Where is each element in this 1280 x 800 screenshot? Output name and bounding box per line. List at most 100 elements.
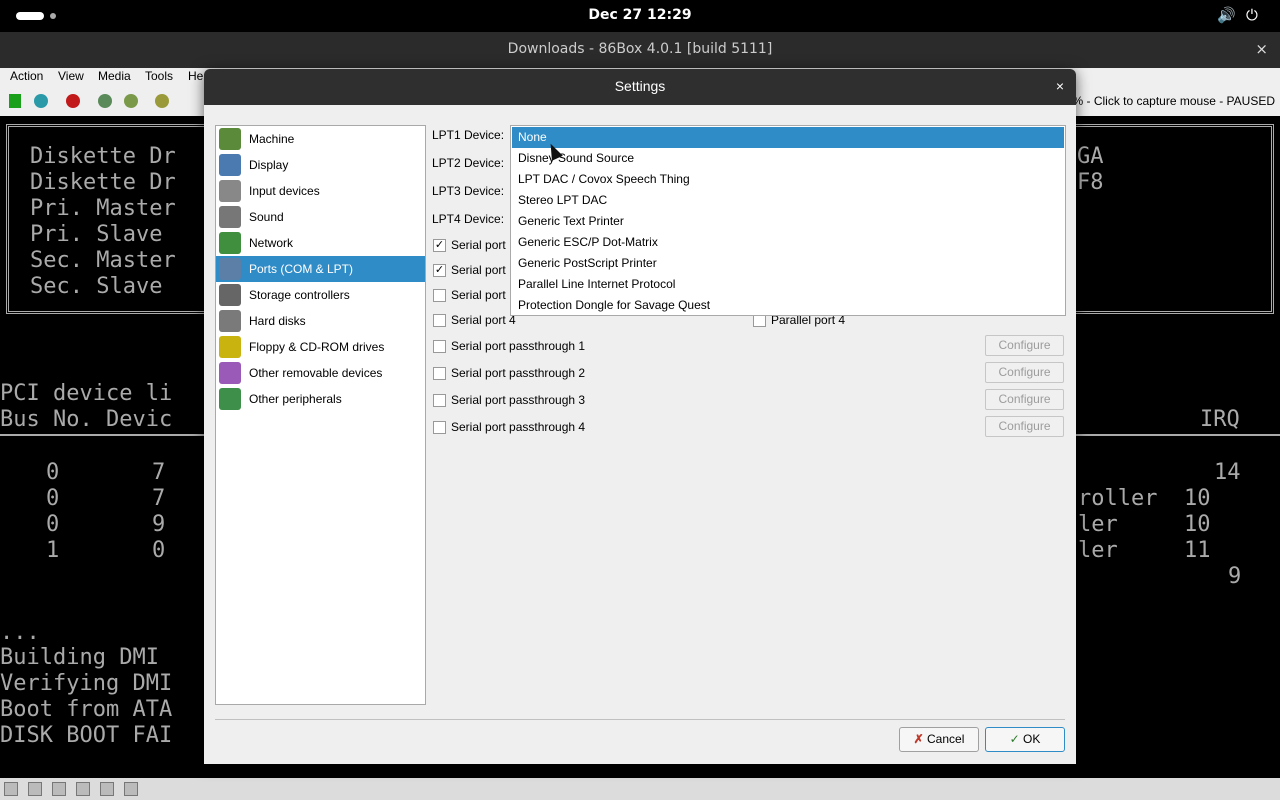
screen-line: Verifying DMI bbox=[0, 671, 173, 696]
hdd-icon bbox=[219, 310, 241, 332]
screen-line: ler 10 bbox=[1078, 512, 1211, 537]
passthrough-1-checkbox[interactable] bbox=[433, 340, 446, 353]
speaker-icon bbox=[219, 206, 241, 228]
cancel-x-icon: ✗ bbox=[913, 732, 924, 746]
passthrough-2-checkbox[interactable] bbox=[433, 367, 446, 380]
nav-item-display[interactable]: Display bbox=[216, 152, 425, 178]
nav-item-other-removable[interactable]: Other removable devices bbox=[216, 360, 425, 386]
serial-port-3-checkbox[interactable] bbox=[433, 289, 446, 302]
dropdown-option-none[interactable]: None bbox=[512, 127, 1064, 148]
screen-line: Bus No. Devic bbox=[0, 407, 173, 432]
passthrough-1-configure-button[interactable]: Configure bbox=[985, 335, 1064, 356]
screen-line: 0 9 bbox=[46, 512, 166, 537]
nav-item-machine[interactable]: Machine bbox=[216, 126, 425, 152]
screen-line: Boot from ATA bbox=[0, 697, 173, 722]
power-off-icon[interactable] bbox=[66, 94, 80, 108]
nav-item-floppy-cdrom[interactable]: Floppy & CD-ROM drives bbox=[216, 334, 425, 360]
cancel-button[interactable]: ✗ Cancel bbox=[899, 727, 979, 752]
dialog-title: Settings bbox=[614, 78, 666, 94]
lpt3-label: LPT3 Device: bbox=[432, 184, 505, 198]
dropdown-option[interactable]: Generic Text Printer bbox=[512, 211, 1064, 232]
keyboard-icon bbox=[219, 180, 241, 202]
window-titlebar: Downloads - 86Box 4.0.1 [build 5111] × bbox=[0, 32, 1280, 68]
clock[interactable]: Dec 27 12:29 bbox=[0, 7, 1280, 23]
lpt4-label: LPT4 Device: bbox=[432, 212, 505, 226]
storage-icon bbox=[219, 284, 241, 306]
dropdown-option[interactable]: Generic ESC/P Dot-Matrix bbox=[512, 232, 1064, 253]
nav-item-ports[interactable]: Ports (COM & LPT) bbox=[216, 256, 425, 282]
network-status-icon[interactable] bbox=[76, 782, 90, 796]
screen-line: 0 7 bbox=[46, 460, 166, 485]
screen-line: Pri. Master bbox=[30, 196, 176, 221]
serial-port-1-checkbox[interactable]: ✓ bbox=[433, 239, 446, 252]
passthrough-3-configure-button[interactable]: Configure bbox=[985, 389, 1064, 410]
dropdown-option[interactable]: Parallel Line Internet Protocol bbox=[512, 274, 1064, 295]
dropdown-option[interactable]: Protection Dongle for Savage Quest bbox=[512, 295, 1064, 316]
passthrough-4-configure-button[interactable]: Configure bbox=[985, 416, 1064, 437]
emulator-statusbar bbox=[0, 778, 1280, 800]
volume-icon[interactable]: 🔊 bbox=[1217, 6, 1236, 24]
window-close-icon[interactable]: × bbox=[1255, 40, 1268, 58]
menu-action[interactable]: Action bbox=[10, 69, 43, 83]
serial-port-4-label: Serial port 4 bbox=[451, 313, 516, 327]
nav-item-storage-controllers[interactable]: Storage controllers bbox=[216, 282, 425, 308]
emulator-status: % - Click to capture mouse - PAUSED bbox=[1072, 94, 1275, 108]
nav-item-input-devices[interactable]: Input devices bbox=[216, 178, 425, 204]
nav-item-sound[interactable]: Sound bbox=[216, 204, 425, 230]
ok-button[interactable]: ✓ OK bbox=[985, 727, 1065, 752]
menu-help[interactable]: He bbox=[188, 69, 203, 83]
window-title: Downloads - 86Box 4.0.1 [build 5111] bbox=[507, 41, 773, 57]
lpt2-label: LPT2 Device: bbox=[432, 156, 505, 170]
passthrough-1-label: Serial port passthrough 1 bbox=[451, 339, 586, 353]
nav-item-other-peripherals[interactable]: Other peripherals bbox=[216, 386, 425, 412]
dialog-titlebar: Settings × bbox=[204, 69, 1076, 105]
reset-icon[interactable] bbox=[34, 94, 48, 108]
dialog-close-icon[interactable]: × bbox=[1056, 78, 1064, 94]
ctrl-alt-esc-icon[interactable] bbox=[124, 94, 138, 108]
settings-gear-icon[interactable] bbox=[155, 94, 169, 108]
serial-port-4-checkbox[interactable] bbox=[433, 314, 446, 327]
ctrl-alt-del-icon[interactable] bbox=[98, 94, 112, 108]
floppy2-status-icon[interactable] bbox=[28, 782, 42, 796]
screen-line: ... bbox=[0, 620, 40, 645]
screen-line: Building DMI bbox=[0, 645, 159, 670]
floppy-status-icon[interactable] bbox=[4, 782, 18, 796]
lpt1-device-dropdown[interactable]: None Disney Sound Source LPT DAC / Covox… bbox=[510, 125, 1066, 316]
menu-tools[interactable]: Tools bbox=[145, 69, 173, 83]
passthrough-4-checkbox[interactable] bbox=[433, 421, 446, 434]
passthrough-2-label: Serial port passthrough 2 bbox=[451, 366, 586, 380]
screen-line: DISK BOOT FAI bbox=[0, 723, 173, 748]
peripherals-icon bbox=[219, 388, 241, 410]
screen-line: 9 bbox=[1228, 564, 1242, 589]
motherboard-icon bbox=[219, 128, 241, 150]
serial-port-2-label: Serial port bbox=[451, 263, 506, 277]
passthrough-2-configure-button[interactable]: Configure bbox=[985, 362, 1064, 383]
cdrom-status-icon[interactable] bbox=[52, 782, 66, 796]
screen-line: roller 10 bbox=[1078, 486, 1211, 511]
menu-media[interactable]: Media bbox=[98, 69, 131, 83]
screen-line: 0 7 bbox=[46, 486, 166, 511]
screen-line: ler 11 bbox=[1078, 538, 1211, 563]
passthrough-3-checkbox[interactable] bbox=[433, 394, 446, 407]
play-icon[interactable] bbox=[9, 94, 21, 108]
sound-status-icon[interactable] bbox=[124, 782, 138, 796]
dropdown-option[interactable]: Stereo LPT DAC bbox=[512, 190, 1064, 211]
screen-line: F8 bbox=[1077, 170, 1104, 195]
serial-port-2-checkbox[interactable]: ✓ bbox=[433, 264, 446, 277]
nav-item-network[interactable]: Network bbox=[216, 230, 425, 256]
screen-line: Pri. Slave bbox=[30, 222, 163, 247]
screen-line: GA bbox=[1077, 144, 1104, 169]
power-icon[interactable]: ⏻ bbox=[1246, 6, 1258, 24]
screen-line: Diskette Dr bbox=[30, 144, 176, 169]
nav-item-hard-disks[interactable]: Hard disks bbox=[216, 308, 425, 334]
menu-view[interactable]: View bbox=[58, 69, 84, 83]
lpt1-label: LPT1 Device: bbox=[432, 128, 505, 142]
dropdown-option[interactable]: Generic PostScript Printer bbox=[512, 253, 1064, 274]
passthrough-4-label: Serial port passthrough 4 bbox=[451, 420, 586, 434]
dropdown-option[interactable]: Disney Sound Source bbox=[512, 148, 1064, 169]
hdd-status-icon[interactable] bbox=[100, 782, 114, 796]
screen-line: 1 0 bbox=[46, 538, 166, 563]
dropdown-option[interactable]: LPT DAC / Covox Speech Thing bbox=[512, 169, 1064, 190]
screen-line: PCI device li bbox=[0, 381, 173, 406]
screen-line: Sec. Slave bbox=[30, 274, 163, 299]
